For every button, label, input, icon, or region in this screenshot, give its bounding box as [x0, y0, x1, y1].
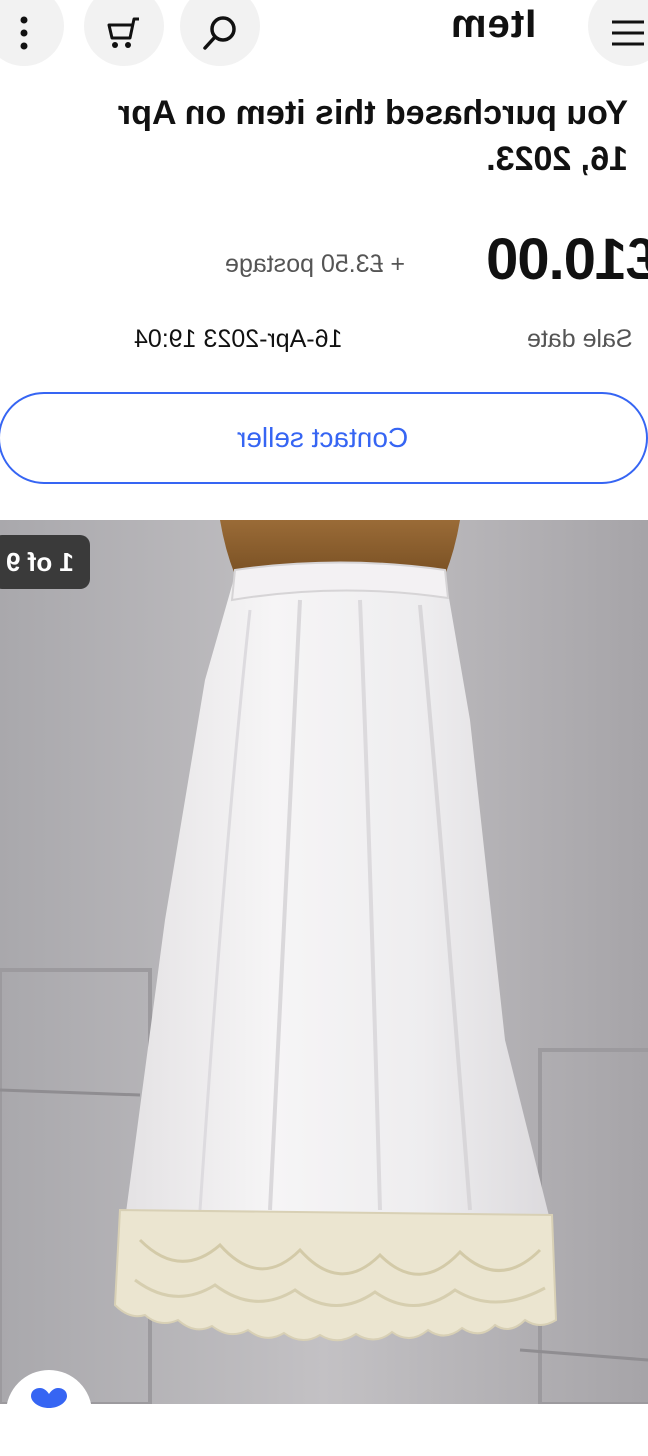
more-icon [20, 16, 28, 50]
search-icon [203, 16, 236, 50]
purchase-notice-line2: 16, 2023. [486, 140, 628, 178]
search-button[interactable] [180, 0, 260, 66]
purchase-notice: You purchased this item on Apr 16, 2023. [30, 90, 648, 182]
item-price: £10.00 [486, 227, 648, 292]
purchase-notice-line1: You purchased this item on Apr [117, 94, 628, 132]
menu-icon [612, 20, 644, 46]
heart-icon [31, 1388, 67, 1408]
product-image[interactable] [0, 520, 648, 1404]
image-counter-badge: 1 of 9 [0, 535, 90, 589]
cart-icon [107, 17, 139, 48]
top-bar: Item [0, 0, 648, 75]
postage-cost: + £3.50 postage [225, 250, 406, 278]
price-row: £10.00 + £3.50 postage [0, 227, 648, 298]
sale-date-label: Sale date [527, 325, 633, 353]
sale-date-row: 16-Apr-2023 19:04 Sale date [0, 325, 648, 365]
page-title: Item [450, 2, 537, 46]
menu-button[interactable] [588, 0, 648, 66]
product-photo-illustration [0, 520, 648, 1404]
cart-button[interactable] [84, 0, 164, 66]
watch-button[interactable] [6, 1370, 92, 1456]
contact-seller-button[interactable]: Contact seller [0, 392, 648, 484]
contact-seller-label: Contact seller [237, 422, 409, 453]
more-options-button[interactable] [0, 0, 64, 66]
sale-date-value: 16-Apr-2023 19:04 [134, 325, 343, 353]
